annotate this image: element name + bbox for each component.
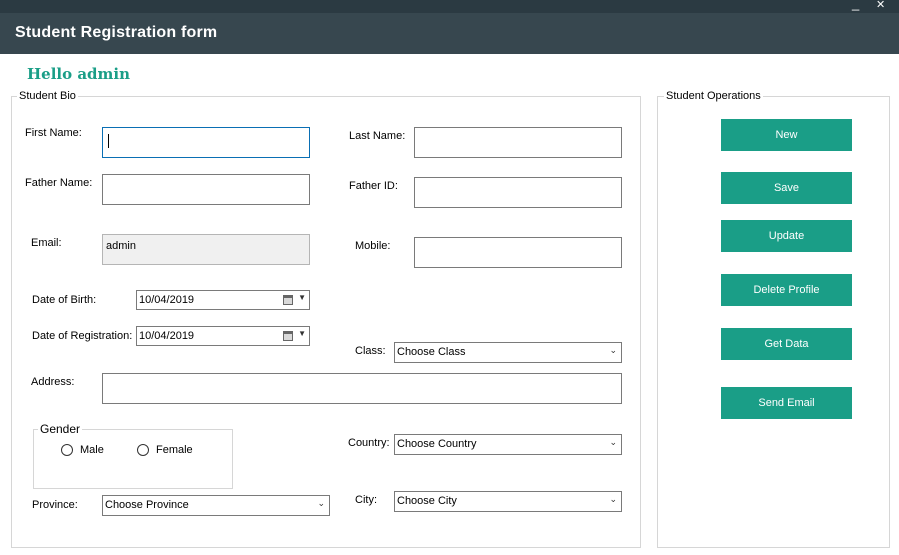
window-top-strip: [0, 0, 899, 13]
dor-label: Date of Registration:: [32, 330, 133, 342]
send-email-button[interactable]: Send Email: [721, 387, 852, 419]
province-label: Province:: [32, 499, 78, 511]
dob-datepicker[interactable]: 10/04/2019 ▼: [136, 290, 310, 310]
father-id-value: [415, 174, 418, 192]
province-value: Choose Province: [105, 499, 189, 511]
city-select[interactable]: Choose City ⌄: [394, 491, 622, 512]
email-input[interactable]: admin: [102, 234, 310, 265]
student-operations-group: [657, 96, 890, 548]
first-name-input[interactable]: [102, 127, 310, 158]
male-radio[interactable]: [61, 444, 73, 456]
calendar-icon[interactable]: [283, 331, 293, 341]
father-name-value: [103, 171, 106, 189]
country-label: Country:: [348, 437, 390, 449]
dor-datepicker[interactable]: 10/04/2019 ▼: [136, 326, 310, 346]
email-value: admin: [106, 240, 136, 252]
gender-group: [33, 429, 233, 489]
new-button[interactable]: New: [721, 119, 852, 151]
gender-legend: Gender: [38, 422, 83, 436]
city-label: City:: [355, 494, 377, 506]
last-name-value: [415, 124, 418, 142]
first-name-label: First Name:: [25, 127, 82, 139]
window-title: Student Registration form: [15, 24, 218, 41]
mobile-value: [415, 234, 418, 252]
father-id-label: Father ID:: [349, 180, 398, 192]
get-data-button[interactable]: Get Data: [721, 328, 852, 360]
city-value: Choose City: [397, 495, 457, 507]
country-value: Choose Country: [397, 438, 477, 450]
female-radio[interactable]: [137, 444, 149, 456]
delete-profile-button[interactable]: Delete Profile: [721, 274, 852, 306]
dor-value: 10/04/2019: [139, 330, 195, 342]
female-label[interactable]: Female: [156, 444, 193, 456]
text-caret: [108, 134, 109, 148]
mobile-input[interactable]: [414, 237, 622, 268]
save-button[interactable]: Save: [721, 172, 852, 204]
mobile-label: Mobile:: [355, 240, 391, 252]
province-select[interactable]: Choose Province ⌄: [102, 495, 330, 516]
email-label: Email:: [31, 237, 62, 249]
chevron-down-icon: ⌄: [609, 437, 617, 447]
close-button[interactable]: ✕: [876, 0, 885, 12]
chevron-down-icon: ⌄: [609, 494, 617, 504]
dob-value: 10/04/2019: [139, 294, 195, 306]
chevron-down-icon[interactable]: ▼: [298, 293, 306, 302]
address-value: [103, 370, 106, 388]
class-select[interactable]: Choose Class ⌄: [394, 342, 622, 363]
address-input[interactable]: [102, 373, 622, 404]
father-name-input[interactable]: [102, 174, 310, 205]
first-name-value: [103, 124, 106, 142]
last-name-input[interactable]: [414, 127, 622, 158]
father-id-input[interactable]: [414, 177, 622, 208]
update-button[interactable]: Update: [721, 220, 852, 252]
student-bio-legend: Student Bio: [17, 90, 78, 102]
greeting-label: Hello admin: [27, 65, 131, 83]
class-value: Choose Class: [397, 346, 466, 358]
male-label[interactable]: Male: [80, 444, 104, 456]
country-select[interactable]: Choose Country ⌄: [394, 434, 622, 455]
student-operations-legend: Student Operations: [664, 90, 763, 102]
class-label: Class:: [355, 345, 386, 357]
chevron-down-icon[interactable]: ▼: [298, 329, 306, 338]
chevron-down-icon: ⌄: [609, 345, 617, 355]
address-label: Address:: [31, 376, 75, 388]
chevron-down-icon: ⌄: [317, 498, 325, 508]
minimize-button[interactable]: _: [852, 0, 859, 11]
father-name-label: Father Name:: [25, 177, 93, 189]
calendar-icon[interactable]: [283, 295, 293, 305]
last-name-label: Last Name:: [349, 130, 406, 142]
dob-label: Date of Birth:: [32, 294, 97, 306]
